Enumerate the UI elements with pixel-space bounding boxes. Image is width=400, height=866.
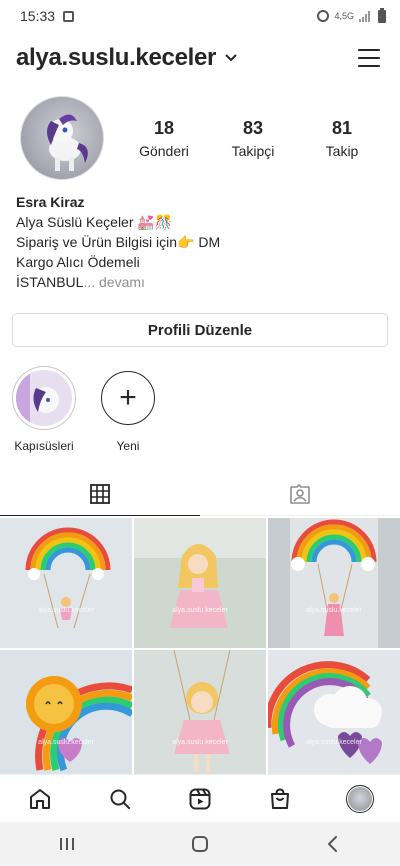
status-bar: 15:33 4,5G (0, 0, 400, 32)
alarm-icon (317, 10, 330, 22)
back-icon (328, 836, 338, 852)
plus-icon: + (119, 381, 137, 414)
post-watermark: alya.suslu.keceler (172, 739, 228, 747)
highlight-label: Yeni (116, 439, 140, 453)
system-navigation (0, 822, 400, 866)
battery-icon (378, 7, 386, 23)
profile-header: alya.suslu.keceler (0, 38, 400, 78)
highlight-kapisusleri[interactable]: Kapısüsleri (6, 366, 82, 453)
post-image (134, 518, 266, 648)
signal-icon (359, 10, 373, 22)
profile-avatar-small (346, 784, 374, 813)
post-image (134, 650, 266, 774)
bio-location: İSTANBUL (16, 274, 84, 290)
profile-avatar[interactable] (20, 96, 104, 180)
back-button[interactable] (303, 826, 363, 862)
status-time: 15:33 (20, 8, 56, 24)
home-circle-icon (191, 836, 208, 852)
post-watermark: alya.suslu.keceler (306, 739, 362, 747)
new-highlight-button[interactable]: + Yeni (90, 366, 166, 453)
reels-icon (189, 788, 211, 809)
nav-shop[interactable] (260, 779, 300, 819)
post-image (0, 650, 132, 774)
following-count-label: Takip (325, 143, 359, 159)
post-watermark: alya.suslu.keceler (172, 607, 228, 615)
post-image (268, 518, 400, 648)
post-image (0, 518, 132, 648)
following-count[interactable]: 81 Takip (302, 118, 382, 159)
following-count-value: 81 (331, 118, 353, 138)
posts-count-label: Gönderi (139, 143, 189, 159)
account-switcher[interactable]: alya.suslu.keceler (16, 44, 238, 72)
bio-line-1: Alya Süslü Keçeler 💒🎊 (16, 214, 173, 230)
home-icon (30, 788, 50, 809)
nav-search[interactable] (100, 779, 140, 819)
highlight-label: Kapısüsleri (14, 439, 74, 453)
username: alya.suslu.keceler (16, 44, 217, 71)
post-thumbnail[interactable]: alya.suslu.keceler (0, 518, 132, 648)
post-watermark: alya.suslu.keceler (306, 607, 362, 615)
shop-icon (271, 787, 289, 809)
followers-count-label: Takipçi (231, 143, 275, 159)
posts-count-value: 18 (153, 118, 175, 138)
tab-posts-grid[interactable] (0, 472, 200, 516)
bottom-navigation (0, 774, 400, 822)
profile-bio: Esra Kiraz Alya Süslü Keçeler 💒🎊 Sipariş… (16, 192, 386, 292)
post-watermark: alya.suslu.keceler (38, 607, 94, 615)
post-thumbnail[interactable]: alya.suslu.keceler (268, 518, 400, 648)
content-tabs (0, 472, 400, 516)
home-button[interactable] (170, 826, 230, 862)
notification-icon (63, 10, 75, 22)
edit-profile-button[interactable]: Profili Düzenle (12, 313, 388, 347)
grid-icon (90, 483, 110, 504)
post-watermark: alya.suslu.keceler (38, 739, 94, 747)
post-thumbnail[interactable]: alya.suslu.keceler (268, 650, 400, 774)
bio-line-4: İSTANBUL... devamı (16, 272, 386, 292)
tab-tagged[interactable] (200, 472, 400, 515)
post-thumbnail[interactable]: alya.suslu.keceler (0, 650, 132, 774)
posts-count[interactable]: 18 Gönderi (124, 118, 204, 159)
display-name: Esra Kiraz (16, 194, 85, 210)
story-highlights: Kapısüsleri + Yeni (0, 366, 400, 456)
highlight-cover-image (16, 370, 72, 426)
nav-home[interactable] (20, 779, 60, 819)
chevron-down-icon (225, 54, 237, 62)
bio-more-link[interactable]: ... devamı (83, 274, 144, 290)
profile-summary: 18 Gönderi 83 Takipçi 81 Takip (0, 96, 400, 186)
nav-reels[interactable] (180, 779, 220, 819)
bio-line-3: Kargo Alıcı Ödemeli (16, 254, 140, 270)
search-icon (110, 789, 130, 809)
bio-line-2: Sipariş ve Ürün Bilgisi için👉 DM (16, 234, 221, 250)
network-label: 4,5G (334, 11, 354, 21)
pony-toy-image (47, 114, 88, 171)
tagged-icon (290, 483, 310, 504)
recent-apps-button[interactable] (37, 826, 97, 862)
menu-icon[interactable] (358, 49, 380, 67)
recent-apps-icon (59, 838, 74, 850)
posts-grid: alya.suslu.keceler alya.suslu.keceler al… (0, 518, 400, 774)
post-thumbnail[interactable]: alya.suslu.keceler (134, 518, 266, 648)
followers-count-value: 83 (242, 118, 264, 138)
post-thumbnail[interactable]: alya.suslu.keceler (134, 650, 266, 774)
followers-count[interactable]: 83 Takipçi (213, 118, 293, 159)
nav-profile[interactable] (340, 779, 380, 819)
post-image (268, 650, 400, 774)
